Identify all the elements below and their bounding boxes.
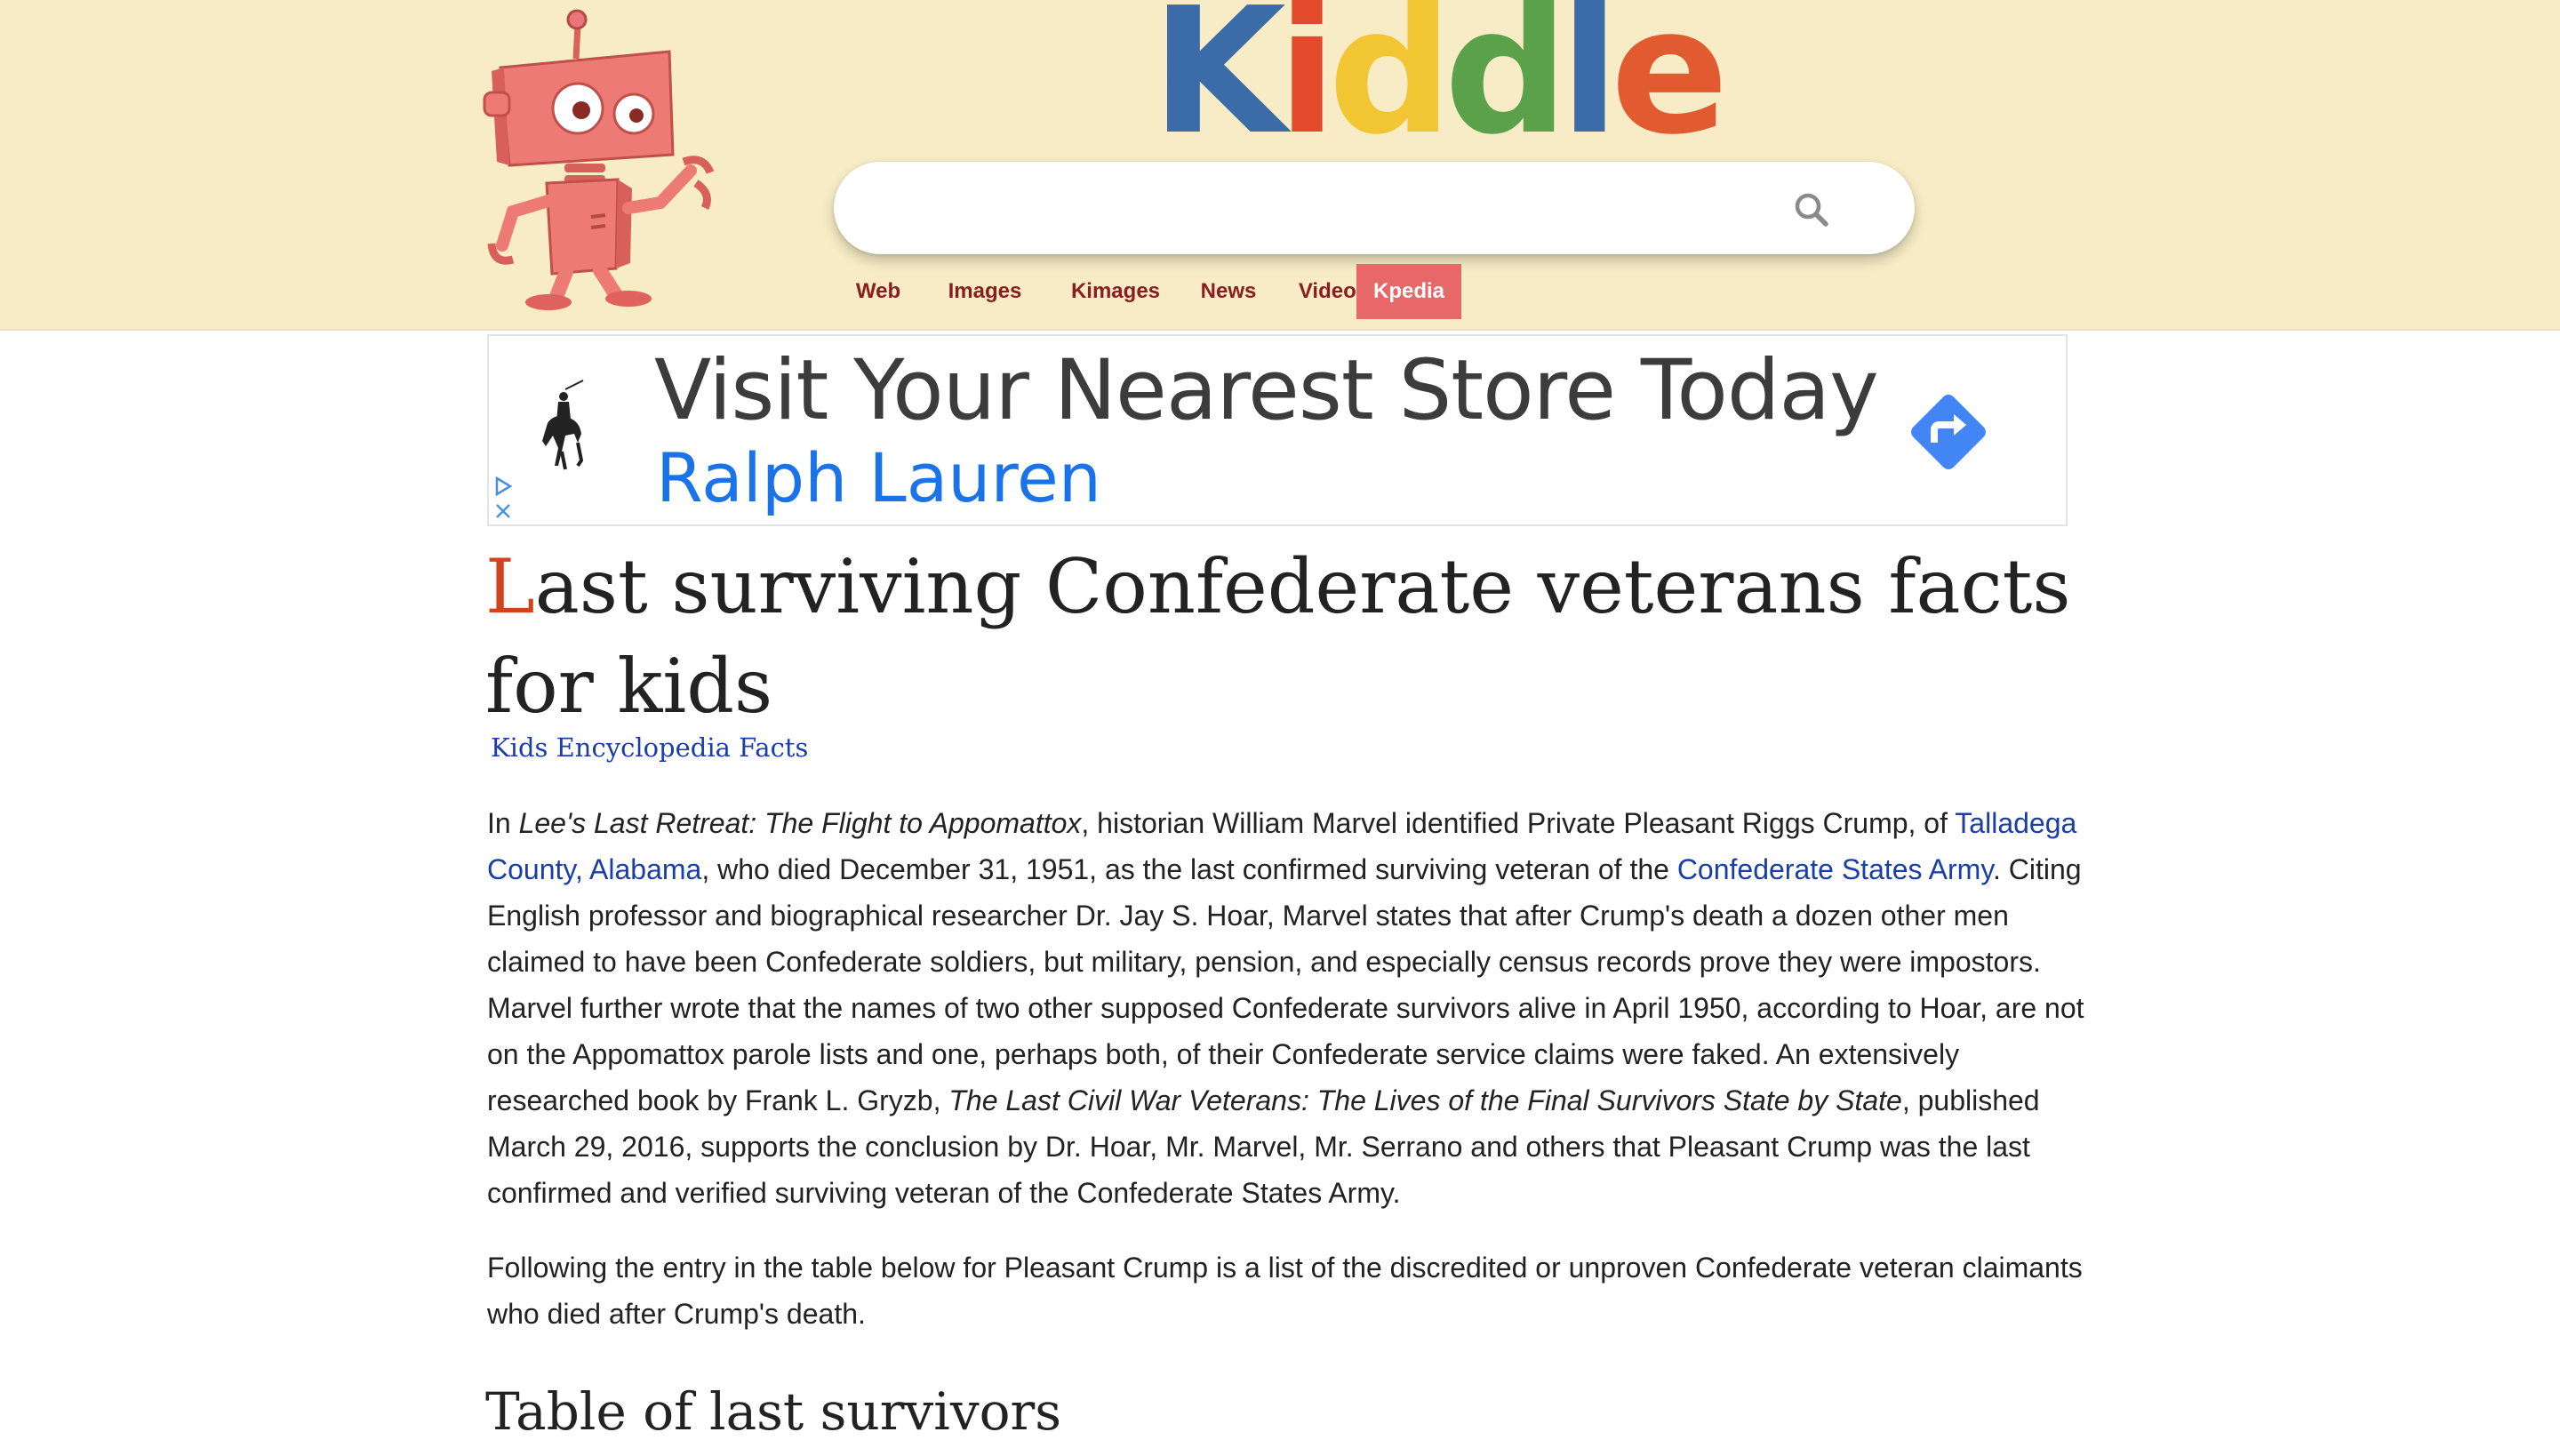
tab-kimages[interactable]: Kimages [1047,264,1184,319]
logo-letter: d [1328,0,1452,173]
close-icon[interactable] [492,500,514,523]
robot-mascot-icon [483,9,715,310]
text-run: . Citing English professor and biographi… [487,853,2084,1116]
logo-letter: l [1559,0,1620,173]
ad-brand-name[interactable]: Ralph Lauren [656,436,1101,521]
page-title: Last surviving Confederate veterans fact… [485,537,2085,736]
search-box [834,162,1915,254]
text-run: , historian William Marvel identified Pr… [1081,807,1956,839]
search-icon[interactable] [1792,190,1831,229]
book-title: The Last Civil War Veterans: The Lives o… [948,1084,1902,1116]
breadcrumb-link[interactable]: Kids Encyclopedia Facts [491,732,808,763]
article-paragraph: Following the entry in the table below f… [487,1252,2083,1330]
logo-letter: K [1151,0,1286,173]
search-input[interactable] [869,181,1815,236]
kiddle-logo[interactable]: Kiddle [1151,0,1729,173]
tab-images[interactable]: Images [923,264,1047,319]
title-initial: L [485,543,535,630]
logo-letter: i [1276,0,1337,173]
section-heading: Table of last survivors [485,1381,1061,1442]
adchoices-icon[interactable] [492,475,514,498]
book-title: Lee's Last Retreat: The Flight to Appoma… [518,807,1082,839]
advertisement-banner[interactable]: Visit Your Nearest Store Today Ralph Lau… [487,334,2068,526]
title-text: ast surviving Confederate veterans facts… [485,543,2071,730]
tab-kpedia[interactable]: Kpedia [1356,264,1461,319]
logo-letter: d [1444,0,1568,173]
site-header: Kiddle Web Images Kimages News Videos Kp… [0,0,2560,331]
polo-player-logo-icon [542,380,584,470]
directions-arrow-icon[interactable] [1904,388,1993,476]
tab-web[interactable]: Web [834,264,923,319]
ad-headline[interactable]: Visit Your Nearest Store Today [654,340,1879,443]
text-run: , who died December 31, 1951, as the las… [701,853,1677,885]
link-confederate-states-army[interactable]: Confederate States Army [1677,853,1993,885]
logo-letter: e [1610,0,1729,173]
text-run: In [487,807,519,839]
article-paragraph: In Lee's Last Retreat: The Flight to App… [487,800,2087,1216]
